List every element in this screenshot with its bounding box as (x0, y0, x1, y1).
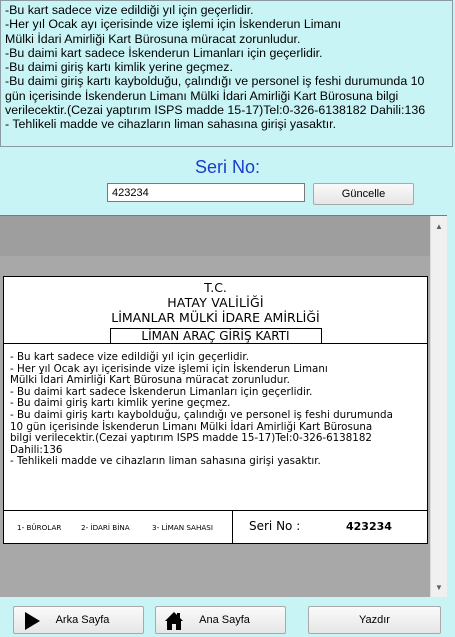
card-rule-line: bilgi verilecektir.(Cezai yaptırım ISPS … (10, 432, 372, 445)
vehicle-entry-card: T.C. HATAY VALİLİĞİ LİMANLAR MÜLKİ İDARE… (3, 276, 428, 544)
home-button[interactable]: Ana Sayfa (155, 606, 286, 634)
zone-label-admin-building: 2- İDARİ BİNA (81, 523, 130, 532)
info-line: -Bu daimi giriş kartı kimlik yerine geçm… (5, 60, 233, 75)
preview-top-band (0, 216, 430, 256)
scroll-down-icon[interactable]: ▼ (431, 579, 447, 595)
card-rule-line: - Bu daimi giriş kartı kaybolduğu, çalın… (10, 408, 393, 421)
info-line: -Bu daimi kart sadece İskenderun Limanla… (5, 45, 323, 60)
info-line: -Her yıl Ocak ayı içerisinde vize işlemi… (5, 17, 342, 32)
info-line: -Bu daimi giriş kartı kaybolduğu, çalınd… (5, 74, 425, 89)
update-button[interactable]: Güncelle (313, 183, 414, 205)
home-icon (165, 612, 183, 630)
card-header-line2: HATAY VALİLİĞİ (167, 295, 264, 310)
vertical-scrollbar[interactable]: ▲ ▼ (430, 216, 447, 597)
card-rule-line: - Tehlikeli madde ve cihazların liman sa… (10, 455, 321, 468)
card-header-line3: LİMANLAR MÜLKİ İDARE AMİRLİĞİ (111, 310, 320, 325)
info-line: verilecektir.(Cezai yaptırım ISPS madde … (5, 103, 426, 118)
card-serial-label: Seri No : (249, 519, 301, 533)
zone-label-port-area: 3- LİMAN SAHASI (152, 523, 213, 532)
home-label: Ana Sayfa (199, 614, 250, 626)
info-line: -Bu kart sadece vize edildiği yıl için g… (5, 3, 254, 17)
card-header-line1: T.C. (204, 280, 227, 295)
scroll-up-icon[interactable]: ▲ (431, 218, 447, 234)
serial-label: Seri No: (194, 157, 261, 177)
print-button[interactable]: Yazdır (308, 606, 441, 634)
info-text-area[interactable]: -Bu kart sadece vize edildiği yıl için g… (0, 0, 453, 147)
serial-input[interactable] (107, 183, 305, 202)
play-arrow-icon (25, 612, 40, 630)
card-title: LİMAN ARAÇ GİRİŞ KARTI (109, 328, 322, 343)
info-line: Mülki İdari Amirliği Kart Bürosuna mürac… (5, 31, 301, 46)
card-header: T.C. HATAY VALİLİĞİ LİMANLAR MÜLKİ İDARE… (4, 277, 427, 343)
card-serial-value: 423234 (346, 520, 392, 533)
card-divider (4, 343, 427, 344)
back-side-label: Arka Sayfa (55, 614, 110, 626)
card-preview-pane: ▲ ▼ T.C. HATAY VALİLİĞİ LİMANLAR MÜLKİ İ… (0, 215, 447, 597)
back-side-button[interactable]: Arka Sayfa (13, 606, 144, 634)
card-rules-text: - Bu kart sadece vize edildiği yıl için … (10, 351, 422, 468)
card-rule-line: - Bu kart sadece vize edildiği yıl için … (10, 351, 249, 363)
zone-label-offices: 1- BÜROLAR (17, 523, 62, 532)
card-footer: 1- BÜROLAR 2- İDARİ BİNA 3- LİMAN SAHASI… (4, 510, 427, 544)
info-line: - Tehlikeli madde ve cihazların liman sa… (5, 117, 337, 132)
info-line: gün içerisinde İskenderun Limanı Mülki İ… (5, 88, 399, 103)
